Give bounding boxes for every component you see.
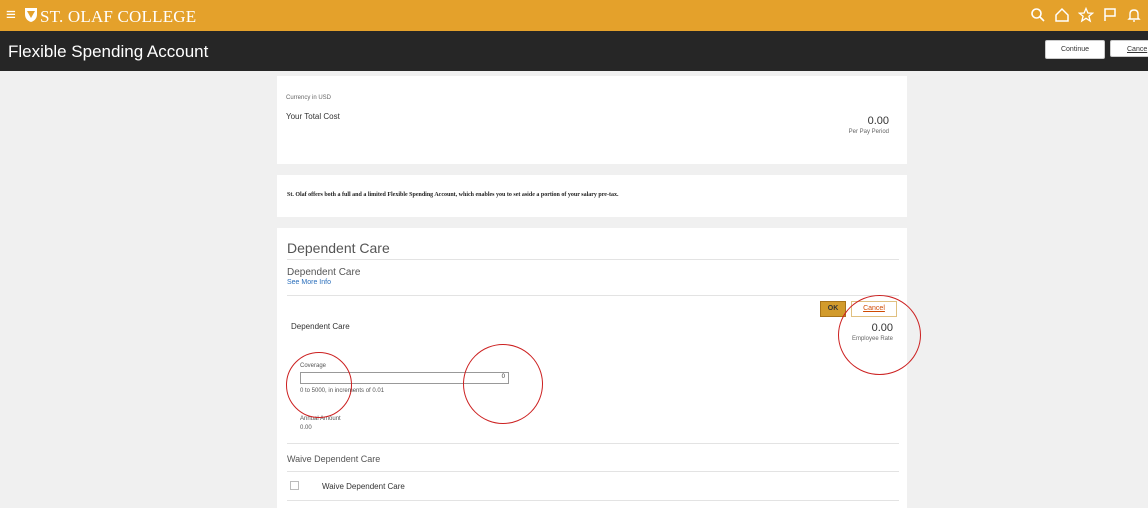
annotation-circle (286, 352, 352, 418)
top-icons (1030, 7, 1142, 23)
page-title: Flexible Spending Account (8, 42, 209, 61)
divider (287, 295, 899, 296)
notice-text: St. Olaf offers both a full and a limite… (287, 192, 619, 198)
ok-button[interactable]: OK (820, 301, 846, 317)
continue-button[interactable]: Continue (1045, 40, 1105, 59)
total-cost-card: Currency in USD Your Total Cost 0.00 Per… (277, 76, 907, 164)
divider (287, 443, 899, 444)
college-logo-icon[interactable] (24, 6, 38, 23)
home-icon[interactable] (1054, 7, 1070, 23)
brand-name[interactable]: ST. OLAF COLLEGE (40, 8, 196, 25)
annotation-circle (463, 344, 543, 424)
notice-card: St. Olaf offers both a full and a limite… (277, 175, 907, 217)
waive-title: Waive Dependent Care (287, 454, 381, 464)
annotation-circle (838, 295, 921, 375)
total-cost-value: 0.00 (867, 115, 889, 127)
bell-icon[interactable] (1126, 7, 1142, 23)
waive-option-label[interactable]: Waive Dependent Care (322, 482, 405, 491)
divider (287, 500, 899, 501)
page-header: Flexible Spending Account (0, 31, 1148, 71)
star-icon[interactable] (1078, 7, 1094, 23)
currency-note: Currency in USD (286, 95, 332, 101)
divider (287, 259, 899, 260)
cancel-button[interactable]: Cance (1110, 40, 1148, 57)
plan-title: Dependent Care (287, 267, 361, 278)
see-more-info-link[interactable]: See More Info (287, 279, 331, 286)
waive-checkbox[interactable] (290, 481, 299, 490)
option-label: Dependent Care (291, 322, 350, 331)
section-title: Dependent Care (287, 240, 390, 256)
hamburger-icon[interactable]: ≡ (6, 6, 16, 24)
annual-amount-value: 0.00 (300, 425, 312, 431)
flag-icon[interactable] (1102, 7, 1118, 23)
pay-period-label: Per Pay Period (848, 129, 889, 135)
total-cost-label: Your Total Cost (286, 112, 340, 121)
divider (287, 471, 899, 472)
top-bar: ≡ ST. OLAF COLLEGE (0, 0, 1148, 31)
dependent-care-card: Dependent Care Dependent Care See More I… (277, 228, 907, 508)
search-icon[interactable] (1030, 7, 1046, 23)
